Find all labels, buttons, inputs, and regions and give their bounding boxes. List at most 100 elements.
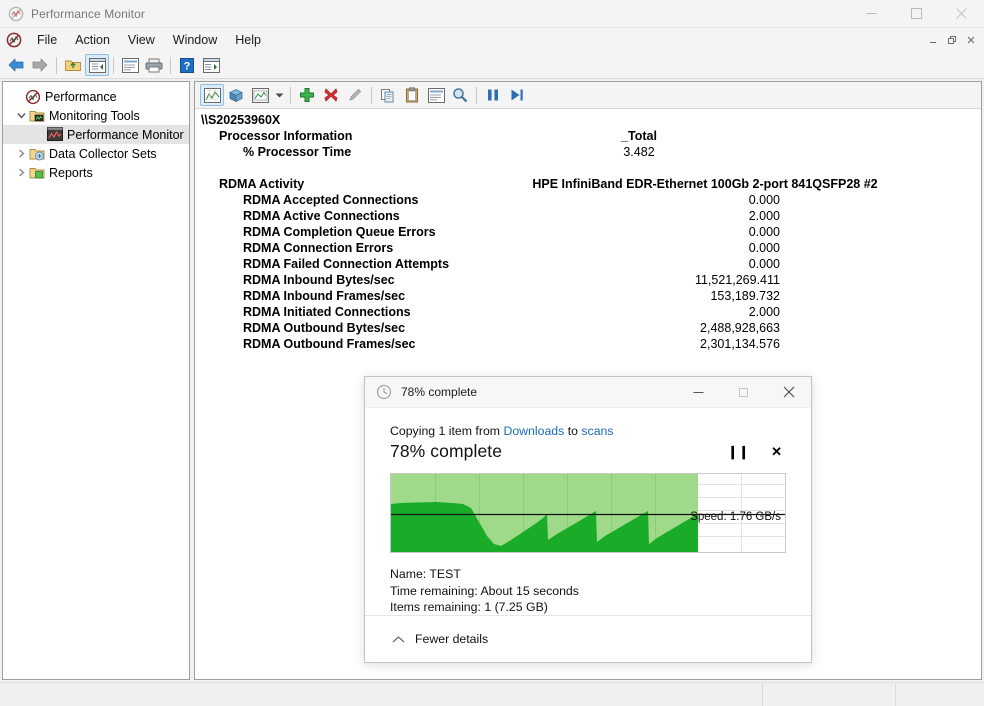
add-counter-icon[interactable] [295,84,319,106]
destination-folder-link[interactable]: scans [581,424,613,438]
dialog-minimize-button[interactable] [676,377,721,408]
sidebar-item-performance-monitor[interactable]: Performance Monitor [3,125,189,144]
paste-counter-list-icon[interactable] [400,84,424,106]
menu-item-view[interactable]: View [119,30,164,50]
report-instance-header: HPE InfiniBand EDR-Ethernet 100Gb 2-port… [532,177,878,191]
report-section-name: Processor Information [219,129,353,143]
performance-monitor-icon [8,6,24,22]
report-counter-value: 0.000 [748,241,780,255]
toolbar-separator [290,86,291,104]
copy-details: Name: TEST Time remaining: About 15 seco… [390,566,786,616]
detail-value: 1 (7.25 GB) [484,600,548,614]
highlight-icon[interactable] [343,84,367,106]
report-section-name: RDMA Activity [219,177,305,191]
report-counter-label: RDMA Active Connections [243,209,400,223]
dialog-maximize-button[interactable] [721,377,766,408]
window-minimize-button[interactable] [849,0,894,28]
dialog-close-button[interactable] [766,377,811,408]
folder-reports-icon [29,165,45,181]
chevron-up-icon[interactable] [390,631,406,647]
progress-header-row: 78% complete ❙❙ ✕ [390,441,786,462]
chevron-right-icon[interactable] [13,146,29,162]
toolbar-separator [56,56,57,74]
sidebar-item-data-collector-sets[interactable]: Data Collector Sets [3,144,189,163]
toolbar-separator [170,56,171,74]
window-titlebar: Performance Monitor [0,0,984,28]
report-counter-label: RDMA Accepted Connections [243,193,419,207]
mdi-window-controls [924,32,980,48]
up-folder-icon[interactable] [61,54,85,76]
report-counter-label: RDMA Outbound Bytes/sec [243,321,406,335]
report-counter-label: RDMA Completion Queue Errors [243,225,436,239]
mdi-close-button[interactable] [962,32,980,48]
new-window-icon[interactable] [199,54,223,76]
status-pane-3 [896,683,984,706]
menu-item-action[interactable]: Action [66,30,119,50]
chevron-right-icon[interactable] [13,165,29,181]
detail-value: About 15 seconds [480,583,579,598]
window-maximize-button[interactable] [894,0,939,28]
sidebar-item-performance[interactable]: Performance [3,87,189,106]
sidebar-item-monitoring-tools[interactable]: Monitoring Tools [3,106,189,125]
report-instance-header: _Total [621,129,657,143]
toolbar-separator [476,86,477,104]
report-counter-value: 153,189.732 [710,289,780,303]
show-console-tree-icon[interactable] [85,54,109,76]
back-icon[interactable] [4,54,28,76]
sidebar-item-reports[interactable]: Reports [3,163,189,182]
clock-icon [376,384,392,400]
performance-icon [25,89,41,105]
add-3d-icon[interactable] [224,84,248,106]
progress-percent-text: 78% complete [390,441,503,461]
report-computer-name: \\S20253960X [201,113,281,127]
change-graph-type-icon[interactable] [200,84,224,106]
report-counter-value: 2.000 [748,305,780,319]
cancel-button[interactable]: ✕ [771,445,782,458]
sidebar-item-label: Reports [49,165,93,180]
console-tree: Performance Monitoring Tools Performance… [3,82,189,182]
sidebar-item-label: Performance [45,89,117,104]
mdi-restore-button[interactable] [943,32,961,48]
mdi-minimize-button[interactable] [924,32,942,48]
zoom-icon[interactable] [448,84,472,106]
report-counter-label: RDMA Outbound Frames/sec [243,337,416,351]
print-icon[interactable] [142,54,166,76]
report-counter-label: RDMA Connection Errors [243,241,394,255]
menu-bar: File Action View Window Help [0,28,984,52]
update-data-icon[interactable] [505,84,529,106]
window-controls [849,0,984,28]
report-counter-value: 2,301,134.576 [700,337,780,351]
report-counter-label: RDMA Inbound Bytes/sec [243,273,395,287]
folder-collector-icon [29,146,45,162]
dialog-footer[interactable]: Fewer details [365,615,811,662]
dropdown-arrow-icon[interactable] [272,84,286,106]
copy-description: Copying 1 item from Downloads to scans [390,424,786,438]
report-counter-value: 3.482 [623,145,655,159]
delete-counter-icon[interactable] [319,84,343,106]
sidebar-item-label: Monitoring Tools [49,108,140,123]
freeze-display-icon[interactable] [481,84,505,106]
menu-item-help[interactable]: Help [226,30,270,50]
perfmon-window: Performance Monitor File Action View Win… [0,0,984,706]
forward-icon[interactable] [28,54,52,76]
speed-label: Speed: 1.76 GB/s [690,511,781,523]
detail-row-time-remaining: Time remaining: About 15 seconds [390,583,786,600]
window-close-button[interactable] [939,0,984,28]
properties-icon[interactable] [118,54,142,76]
detail-row-name: Name: TEST [390,566,786,583]
sidebar-item-label: Data Collector Sets [49,146,157,161]
pause-button[interactable]: ❙❙ [727,445,749,458]
menu-item-window[interactable]: Window [164,30,226,50]
console-tree-pane: Performance Monitoring Tools Performance… [2,81,190,680]
properties-icon[interactable] [424,84,448,106]
dialog-window-controls [676,377,811,408]
chevron-down-icon[interactable] [13,108,29,124]
sidebar-item-label: Performance Monitor [67,127,184,142]
progress-actions: ❙❙ ✕ [727,445,786,458]
detail-value: TEST [429,567,461,581]
copy-properties-icon[interactable] [376,84,400,106]
view-chart-icon[interactable] [248,84,272,106]
help-icon[interactable]: ? [175,54,199,76]
source-folder-link[interactable]: Downloads [503,424,564,438]
menu-item-file[interactable]: File [28,30,66,50]
